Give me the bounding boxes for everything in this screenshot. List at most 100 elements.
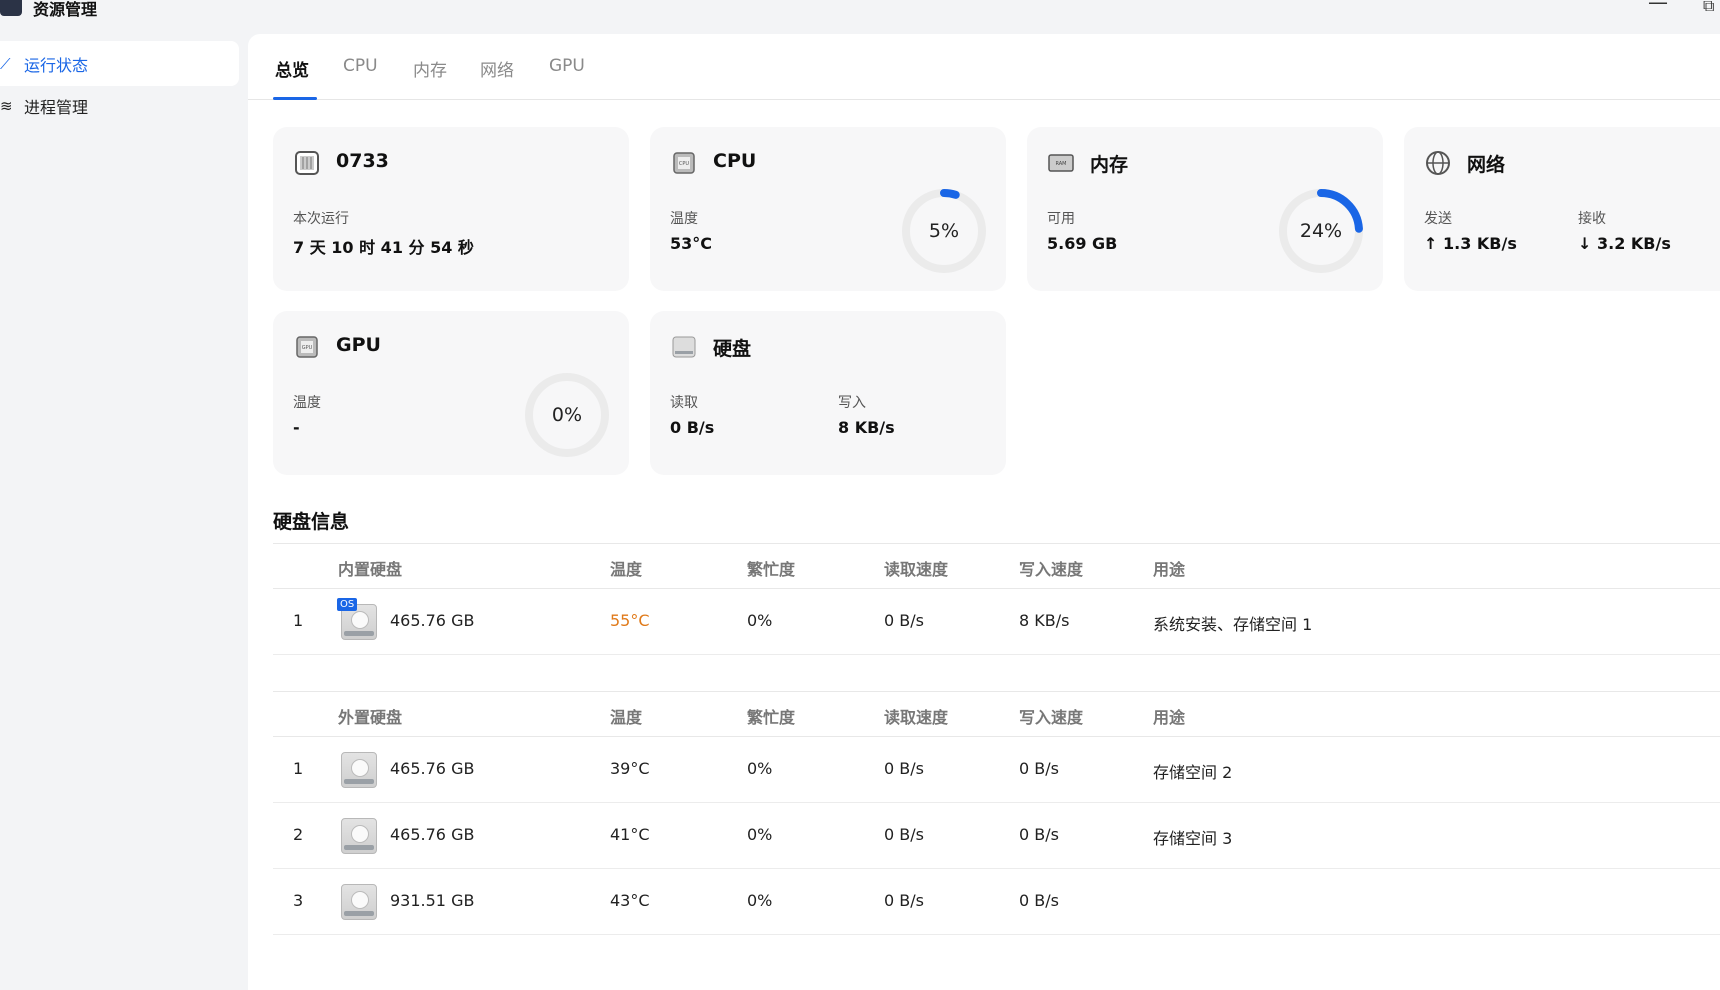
table-row[interactable]: 2 465.76 GB 41°C 0% 0 B/s 0 B/s 存储空间 3 xyxy=(273,803,1720,869)
disk-read: 0 B/s xyxy=(884,825,924,844)
device-name: 0733 xyxy=(336,150,389,172)
table-row[interactable]: 3 931.51 GB 43°C 0% 0 B/s 0 B/s xyxy=(273,869,1720,935)
sidebar: ⟋ 运行状态 ≋ 进程管理 xyxy=(0,34,248,990)
disk-read: 0 B/s xyxy=(884,891,924,910)
disk-busy: 0% xyxy=(747,611,773,630)
gpu-title: GPU xyxy=(336,334,381,356)
app-logo-icon xyxy=(0,0,22,16)
title-bar: 资源管理 — ⧉ xyxy=(0,0,1720,34)
disk-card[interactable]: 硬盘 读取 0 B/s 写入 8 KB/s xyxy=(650,311,1006,475)
tab-memory[interactable]: 内存 xyxy=(413,56,447,81)
sidebar-item-process[interactable]: ≋ 进程管理 xyxy=(0,83,239,128)
disk-write-label: 写入 xyxy=(838,395,866,411)
disk-capacity: 465.76 GB xyxy=(390,611,475,630)
col-read: 读取速度 xyxy=(884,708,949,727)
app-title: 资源管理 xyxy=(33,0,98,19)
cpu-chip-icon: CPU xyxy=(670,149,698,177)
gpu-temp-label: 温度 xyxy=(293,395,321,411)
gpu-temp-value: - xyxy=(293,418,300,437)
col-disk: 外置硬盘 xyxy=(338,708,403,727)
disk-capacity: 465.76 GB xyxy=(390,759,475,778)
table-header: 外置硬盘 温度 繁忙度 读取速度 写入速度 用途 xyxy=(273,691,1720,737)
tab-overview[interactable]: 总览 xyxy=(275,56,309,81)
tab-bar: 总览 CPU 内存 网络 GPU xyxy=(248,34,1720,100)
tab-network[interactable]: 网络 xyxy=(480,56,514,81)
sidebar-item-label: 进程管理 xyxy=(24,97,89,117)
hard-disk-icon xyxy=(341,818,377,854)
row-index: 1 xyxy=(293,759,304,778)
cpu-temp-value: 53°C xyxy=(670,234,713,253)
memory-avail-label: 可用 xyxy=(1047,211,1075,227)
svg-text:RAM: RAM xyxy=(1055,161,1066,167)
disk-read-value: 0 B/s xyxy=(670,418,715,437)
arrow-down-icon: ↓ xyxy=(1578,234,1597,253)
memory-avail-value: 5.69 GB xyxy=(1047,234,1118,253)
disk-info-title: 硬盘信息 xyxy=(273,511,350,533)
disk-usage: 存储空间 2 xyxy=(1153,763,1233,782)
send-rate: 1.3 KB/s xyxy=(1442,234,1517,253)
col-disk: 内置硬盘 xyxy=(338,560,403,579)
disk-title: 硬盘 xyxy=(713,338,752,360)
col-write: 写入速度 xyxy=(1019,708,1084,727)
svg-text:GPU: GPU xyxy=(302,345,313,351)
disk-read: 0 B/s xyxy=(884,611,924,630)
tab-cpu[interactable]: CPU xyxy=(343,56,378,76)
recv-value: ↓ 3.2 KB/s xyxy=(1578,234,1671,253)
send-label: 发送 xyxy=(1424,211,1452,227)
disk-temp: 41°C xyxy=(610,825,650,844)
arrow-up-icon: ↑ xyxy=(1424,234,1443,253)
disk-write: 0 B/s xyxy=(1019,825,1059,844)
row-index: 2 xyxy=(293,825,304,844)
disk-read-label: 读取 xyxy=(670,395,698,411)
disk-capacity: 465.76 GB xyxy=(390,825,475,844)
main-panel: 总览 CPU 内存 网络 GPU 0733 本次运行 7 天 10 时 41 分… xyxy=(248,34,1720,990)
disk-usage: 存储空间 3 xyxy=(1153,829,1233,848)
hard-disk-icon xyxy=(341,884,377,920)
memory-usage-text: 24% xyxy=(1299,220,1343,242)
col-busy: 繁忙度 xyxy=(747,708,796,727)
table-header: 内置硬盘 温度 繁忙度 读取速度 写入速度 用途 xyxy=(273,543,1720,589)
system-card: 0733 本次运行 7 天 10 时 41 分 54 秒 xyxy=(273,127,629,291)
disk-write: 0 B/s xyxy=(1019,891,1059,910)
gpu-usage-text: 0% xyxy=(551,404,583,426)
globe-icon xyxy=(1424,149,1452,177)
disk-write-value: 8 KB/s xyxy=(838,418,895,437)
sidebar-item-status[interactable]: ⟋ 运行状态 xyxy=(0,41,239,86)
uptime-label: 本次运行 xyxy=(293,211,349,227)
layers-icon: ≋ xyxy=(0,96,13,115)
maximize-icon[interactable]: ⧉ xyxy=(1703,0,1714,16)
cpu-card[interactable]: CPU CPU 温度 53°C 5% xyxy=(650,127,1006,291)
col-temp: 温度 xyxy=(610,708,643,727)
minimize-icon[interactable]: — xyxy=(1648,0,1668,14)
disk-busy: 0% xyxy=(747,891,773,910)
ram-icon: RAM xyxy=(1047,149,1075,177)
os-badge: OS xyxy=(337,598,358,611)
row-index: 1 xyxy=(293,611,304,630)
disk-usage: 系统安装、存储空间 1 xyxy=(1153,615,1313,634)
col-read: 读取速度 xyxy=(884,560,949,579)
gpu-chip-icon: GPU xyxy=(293,333,321,361)
hard-disk-icon xyxy=(670,333,698,361)
table-row[interactable]: 1 465.76 GB 39°C 0% 0 B/s 0 B/s 存储空间 2 xyxy=(273,737,1720,803)
network-card[interactable]: 网络 发送 ↑ 1.3 KB/s 接收 ↓ 3.2 KB/s xyxy=(1404,127,1720,291)
computer-icon xyxy=(293,149,321,177)
row-index: 3 xyxy=(293,891,304,910)
disk-busy: 0% xyxy=(747,759,773,778)
tab-gpu[interactable]: GPU xyxy=(549,56,585,76)
disk-capacity: 931.51 GB xyxy=(390,891,475,910)
cpu-temp-label: 温度 xyxy=(670,211,698,227)
cpu-title: CPU xyxy=(713,150,757,172)
col-busy: 繁忙度 xyxy=(747,560,796,579)
svg-text:CPU: CPU xyxy=(679,161,690,167)
active-tab-indicator xyxy=(273,97,317,100)
chart-line-icon: ⟋ xyxy=(0,54,11,73)
col-usage: 用途 xyxy=(1153,708,1186,727)
disk-temp: 55°C xyxy=(610,611,650,630)
network-title: 网络 xyxy=(1467,154,1506,176)
table-row[interactable]: 1 OS 465.76 GB 55°C 0% 0 B/s 8 KB/s 系统安装… xyxy=(273,589,1720,655)
gpu-card[interactable]: GPU GPU 温度 - 0% xyxy=(273,311,629,475)
col-write: 写入速度 xyxy=(1019,560,1084,579)
recv-rate: 3.2 KB/s xyxy=(1596,234,1671,253)
memory-card[interactable]: RAM 内存 可用 5.69 GB 24% xyxy=(1027,127,1383,291)
disk-temp: 43°C xyxy=(610,891,650,910)
